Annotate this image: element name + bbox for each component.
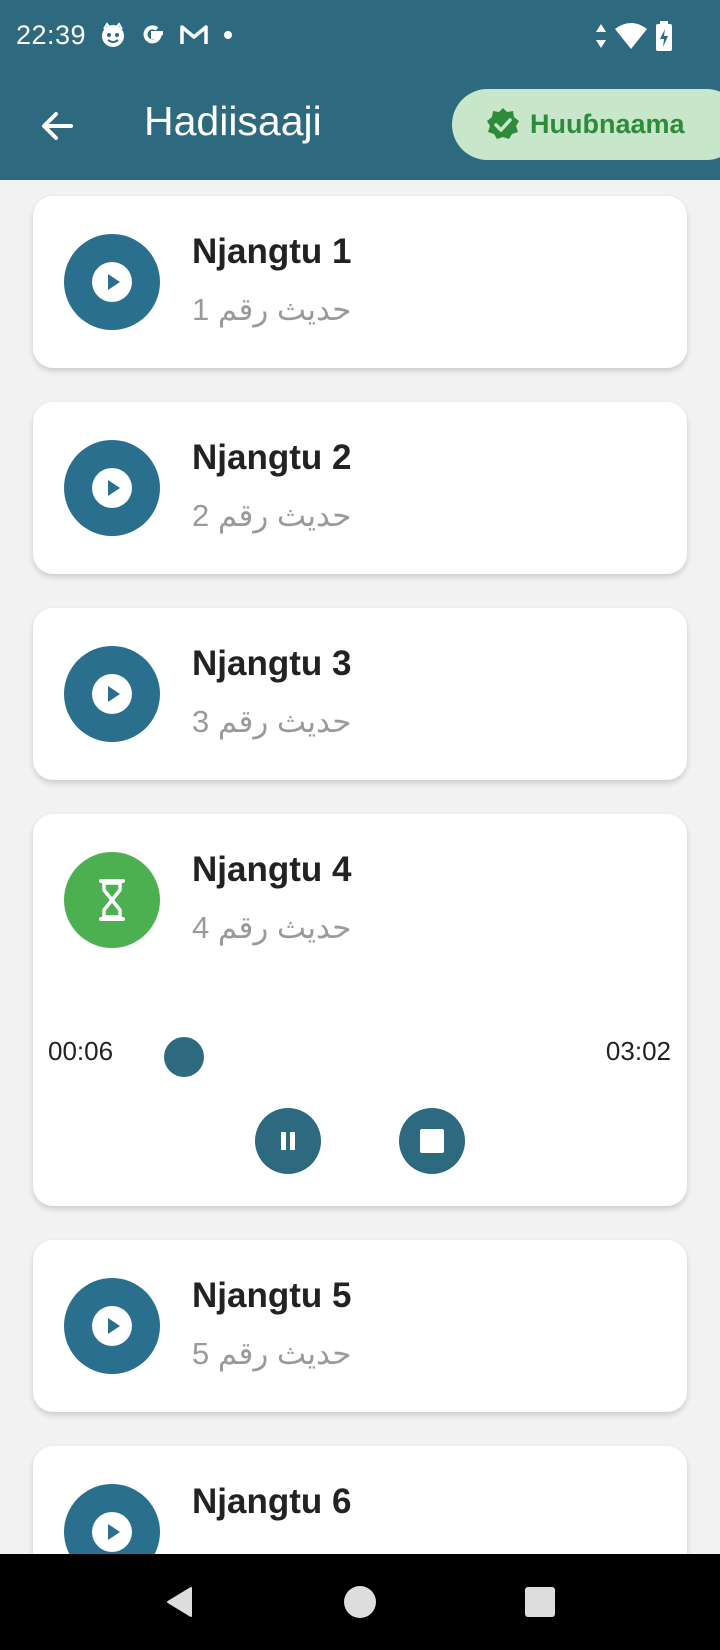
system-nav-bar (0, 1554, 720, 1650)
duration-time: 03:02 (605, 1036, 671, 1066)
status-time: 22:39 (16, 20, 87, 50)
item-title: Njangtu 2 (192, 438, 352, 477)
item-subtitle: حديث رقم 3 (192, 704, 352, 739)
seek-slider-thumb[interactable] (164, 1037, 204, 1077)
list-item[interactable]: Njangtu 1 حديث رقم 1 (33, 196, 687, 368)
back-triangle-icon (167, 1587, 192, 1617)
elapsed-time: 00:06 (48, 1036, 114, 1066)
item-subtitle: حديث رقم 5 (192, 1336, 352, 1371)
home-circle-icon (344, 1586, 376, 1618)
nav-home-button[interactable] (330, 1572, 390, 1632)
play-button[interactable] (64, 1278, 160, 1374)
status-icons-left (98, 20, 236, 50)
play-button[interactable] (64, 646, 160, 742)
nav-back-button[interactable] (150, 1572, 210, 1632)
play-icon (92, 468, 132, 508)
back-button[interactable] (30, 99, 84, 153)
hadith-list: Njangtu 1 حديث رقم 1 Njangtu 2 حديث رقم … (0, 180, 720, 1554)
data-arrows-icon (596, 24, 606, 48)
hourglass-icon (99, 879, 125, 921)
nav-recents-button[interactable] (510, 1572, 570, 1632)
face-icon (102, 22, 124, 47)
verified-chip[interactable]: Huuɓnaama (452, 89, 720, 160)
item-title: Njangtu 1 (192, 232, 352, 271)
dot-icon (224, 31, 232, 39)
gmail-icon (180, 25, 208, 44)
list-item[interactable]: Njangtu 3 حديث رقم 3 (33, 608, 687, 780)
list-item-expanded[interactable]: Njangtu 4 حديث رقم 4 00:06 03:02 (33, 814, 687, 1206)
recents-square-icon (525, 1587, 555, 1617)
list-item[interactable]: Njangtu 5 حديث رقم 5 (33, 1240, 687, 1412)
list-item[interactable]: Njangtu 6 (33, 1446, 687, 1554)
arrow-left-icon (42, 112, 73, 140)
play-button[interactable] (64, 1484, 160, 1554)
loading-indicator (64, 852, 160, 948)
item-title: Njangtu 5 (192, 1276, 352, 1315)
play-icon (92, 1512, 132, 1552)
page-title: Hadiisaaji (144, 98, 322, 144)
battery-charging-icon (656, 21, 672, 51)
wifi-icon (615, 23, 647, 49)
item-subtitle: حديث رقم 2 (192, 498, 352, 533)
stop-button[interactable] (399, 1108, 465, 1174)
play-icon (92, 1306, 132, 1346)
verified-badge-icon (487, 107, 519, 139)
item-title: Njangtu 4 (192, 850, 352, 889)
play-button[interactable] (64, 234, 160, 330)
item-subtitle: حديث رقم 1 (192, 292, 352, 327)
verified-chip-label: Huuɓnaama (530, 109, 685, 139)
pause-icon (281, 1132, 295, 1150)
item-title: Njangtu 6 (192, 1482, 352, 1521)
play-button[interactable] (64, 440, 160, 536)
status-bar: 22:39 (0, 0, 720, 74)
stop-icon (420, 1129, 444, 1153)
item-title: Njangtu 3 (192, 644, 352, 683)
app-bar: Hadiisaaji Huuɓnaama (0, 74, 720, 180)
play-icon (92, 262, 132, 302)
pause-button[interactable] (255, 1108, 321, 1174)
list-item[interactable]: Njangtu 2 حديث رقم 2 (33, 402, 687, 574)
status-icons-right (594, 20, 674, 52)
item-subtitle: حديث رقم 4 (192, 910, 352, 945)
google-icon (143, 25, 163, 44)
play-icon (92, 674, 132, 714)
